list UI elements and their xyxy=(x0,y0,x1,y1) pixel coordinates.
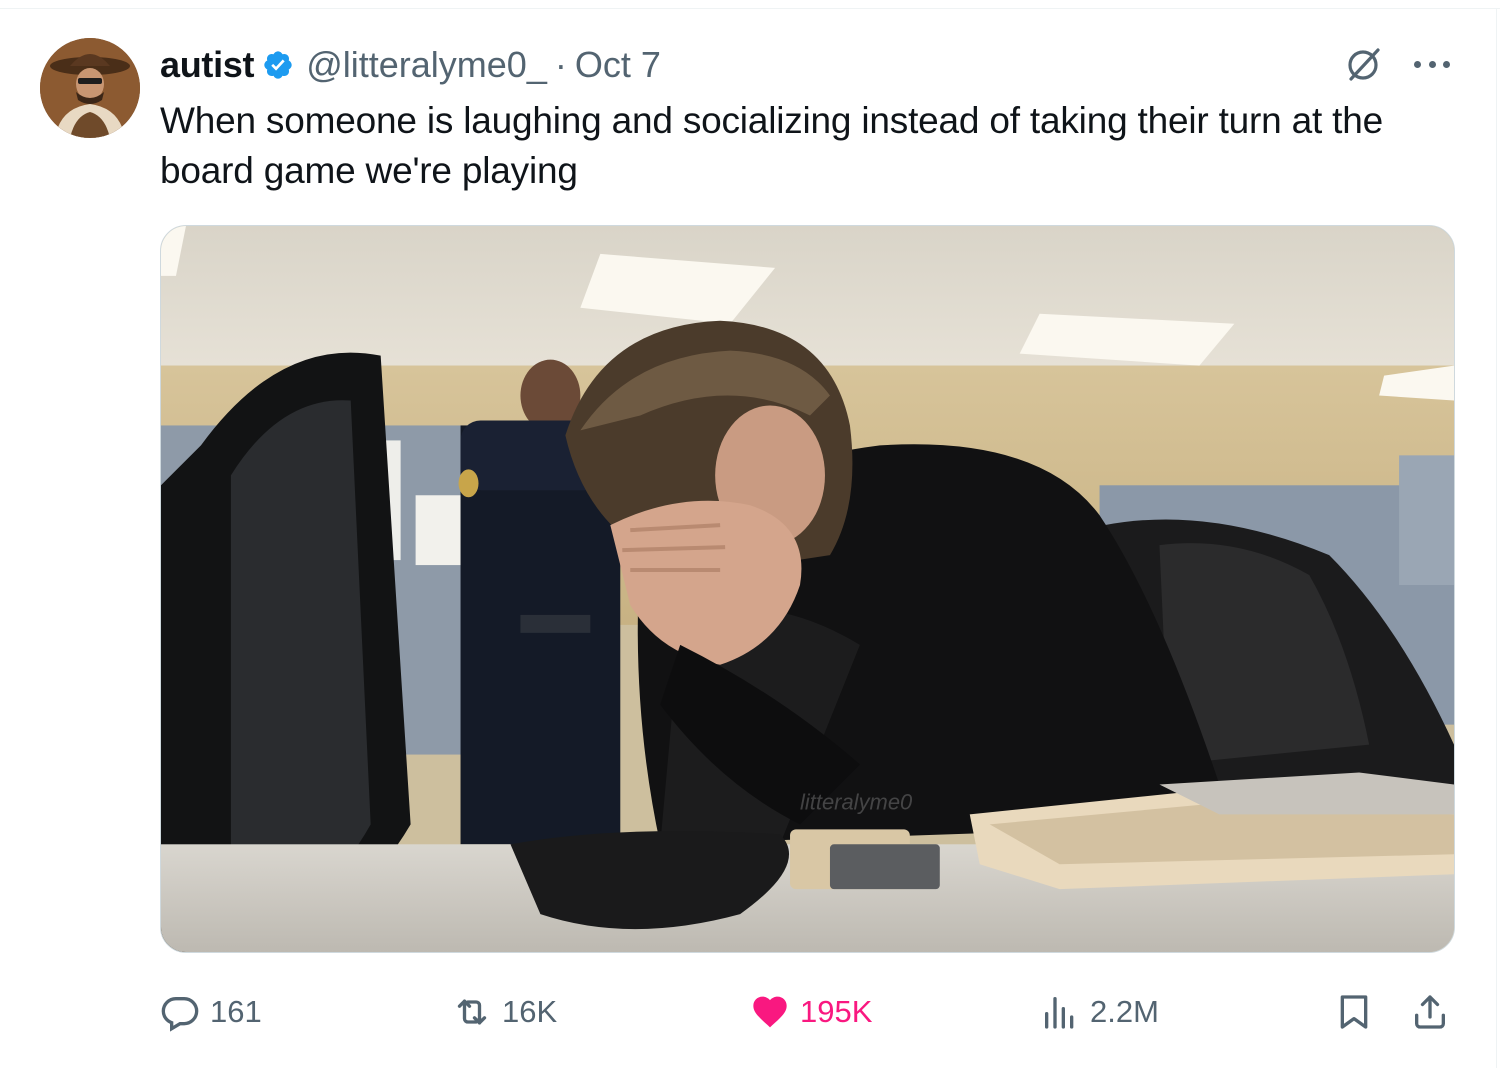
tweet-date[interactable]: Oct 7 xyxy=(575,44,661,86)
repost-icon xyxy=(452,992,492,1032)
views-button[interactable]: 2.2M xyxy=(1040,985,1159,1039)
divider xyxy=(0,8,1500,9)
tweet-card[interactable]: autist @litteralyme0_ · Oct 7 When someo… xyxy=(0,0,1500,1068)
divider xyxy=(1496,8,1497,1068)
share-icon xyxy=(1410,992,1450,1032)
reply-count: 161 xyxy=(210,994,262,1029)
heart-icon xyxy=(750,992,790,1032)
separator-dot: · xyxy=(554,44,567,85)
tweet-actions: 161 16K 195K 2.2M xyxy=(160,985,1455,1039)
tweet-header: autist @litteralyme0_ · Oct 7 xyxy=(160,40,661,90)
share-button[interactable] xyxy=(1410,985,1450,1039)
reply-icon xyxy=(160,992,200,1032)
media-watermark: litteralyme0 xyxy=(800,789,913,814)
avatar[interactable] xyxy=(40,38,140,138)
more-icon[interactable] xyxy=(1410,46,1454,82)
repost-button[interactable]: 16K xyxy=(452,985,557,1039)
reply-button[interactable]: 161 xyxy=(160,985,262,1039)
verified-badge-icon[interactable] xyxy=(262,49,294,81)
tweet-media-image[interactable]: litteralyme0 xyxy=(160,225,1455,953)
display-name[interactable]: autist xyxy=(160,44,255,86)
views-count: 2.2M xyxy=(1090,994,1159,1029)
grok-icon[interactable] xyxy=(1344,44,1384,84)
bookmark-icon xyxy=(1334,992,1374,1032)
repost-count: 16K xyxy=(502,994,558,1029)
like-count: 195K xyxy=(800,994,873,1029)
bookmark-button[interactable] xyxy=(1334,985,1374,1039)
tweet-text: When someone is laughing and socializing… xyxy=(160,100,1383,191)
user-handle[interactable]: @litteralyme0_ xyxy=(306,44,547,86)
views-icon xyxy=(1040,992,1080,1032)
like-button[interactable]: 195K xyxy=(750,985,872,1039)
